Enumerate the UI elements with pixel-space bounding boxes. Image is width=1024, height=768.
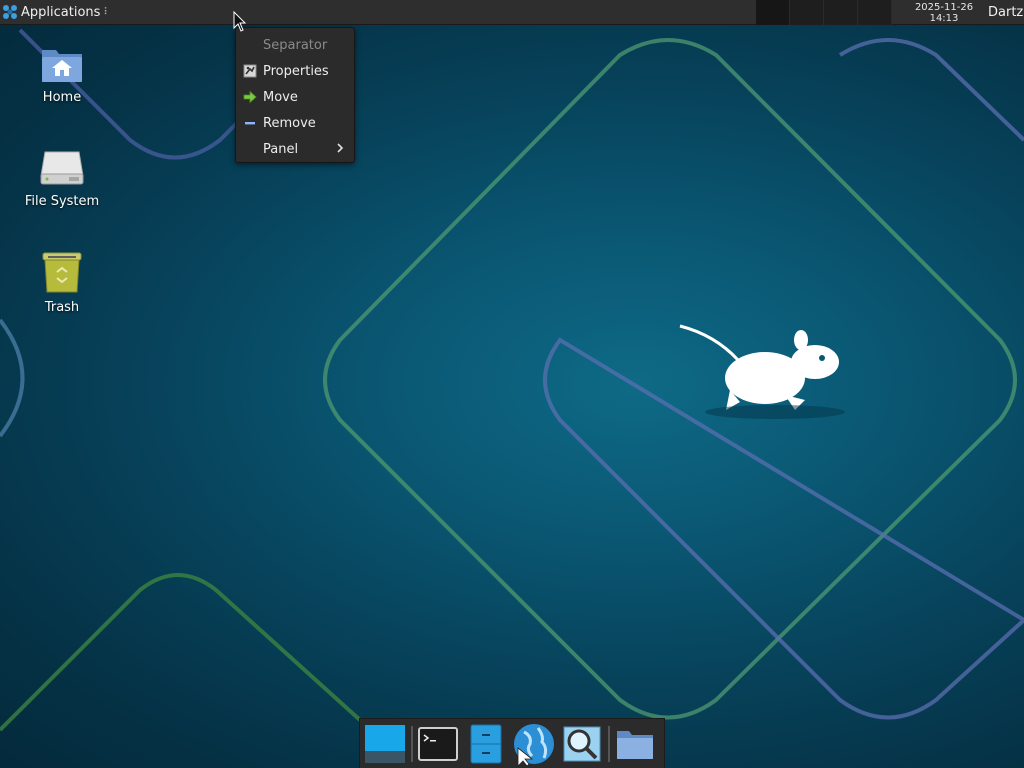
desktop-icon-home[interactable]: Home [7,44,117,105]
clock-date: 2025-11-26 [914,1,974,13]
dock-separator [608,725,610,762]
workspace-3[interactable] [824,0,858,25]
dock-file-manager-button[interactable] [464,722,508,766]
globe-icon [514,723,554,766]
desktop-icon-label: File System [24,194,100,209]
remove-icon [245,122,255,125]
clock-time: 14:13 [929,12,959,24]
clock[interactable]: 2025-11-26 14:13 [896,0,992,25]
menu-item-label: Panel [263,141,299,157]
panel-context-menu: Separator Properties Move Remove Panel [235,27,355,163]
menu-item-label: Move [263,89,298,105]
show-desktop-icon [365,724,405,763]
drive-icon [40,151,84,185]
menu-item-remove[interactable]: Remove [236,110,354,136]
bottom-dock [359,718,665,768]
dock-show-desktop-button[interactable] [363,722,407,766]
xfce-mouse-mascot [679,324,845,419]
dock-terminal-button[interactable] [416,722,460,766]
applications-label: Applications [21,4,101,20]
user-menu[interactable]: Dartz [988,0,1023,25]
folder-icon [617,730,653,759]
trash-icon [42,252,82,293]
terminal-icon [418,726,458,761]
desktop-icon-file-system[interactable]: File System [7,148,117,209]
menu-item-properties[interactable]: Properties [236,58,354,84]
file-cabinet-icon [470,724,502,763]
applications-menu-button[interactable]: Applications ⠇ [0,0,114,25]
top-panel: Applications ⠇ 2025-11-26 14:13 Dartz [0,0,1024,25]
chevron-right-icon [337,143,344,153]
home-folder-icon [42,50,82,82]
panel-grip-icon: ⠇ [103,6,110,18]
menu-item-label: Properties [263,63,329,79]
move-arrow-icon [243,90,257,104]
workspace-1[interactable] [756,0,790,25]
menu-item-separator: Separator [236,32,354,58]
workspace-switcher[interactable] [756,0,892,25]
dock-folder-button[interactable] [613,722,657,766]
desktop-icon-trash[interactable]: Trash [7,250,117,315]
mouse-pointer-icon [233,11,247,32]
menu-item-move[interactable]: Move [236,84,354,110]
wallpaper-art [0,28,1024,732]
workspace-4[interactable] [858,0,892,25]
workspace-2[interactable] [790,0,824,25]
properties-icon [243,64,257,78]
menu-item-panel[interactable]: Panel [236,136,354,162]
dock-separator [411,725,413,762]
menu-item-label: Remove [263,115,316,131]
menu-item-label: Separator [263,37,328,53]
magnifier-icon [563,726,601,761]
xfce-logo-icon [3,5,17,19]
desktop-icon-label: Home [42,90,82,105]
dock-app-finder-button[interactable] [560,722,604,766]
dock-web-browser-button[interactable] [512,722,556,766]
desktop-icon-label: Trash [44,300,80,315]
